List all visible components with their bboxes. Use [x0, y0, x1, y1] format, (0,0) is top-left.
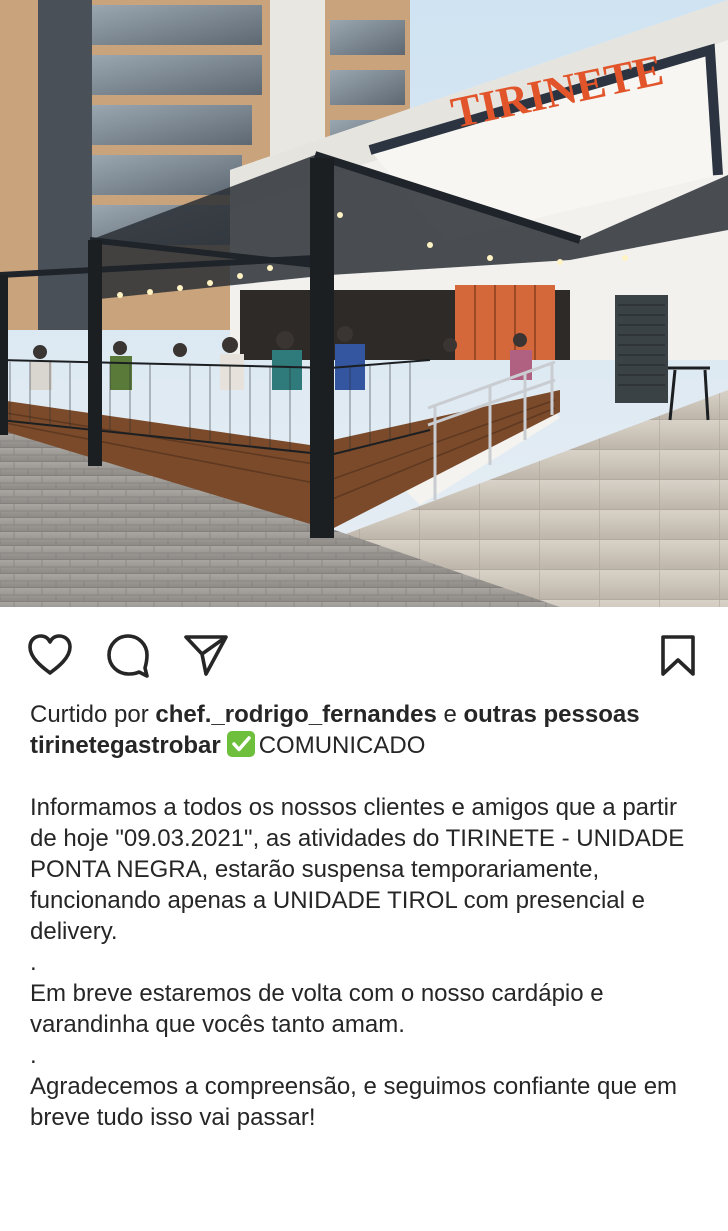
paper-plane-icon	[184, 635, 228, 676]
post-action-bar	[0, 607, 728, 699]
post-image[interactable]: TIRINETE	[0, 0, 728, 607]
likes-middle: e	[436, 701, 464, 728]
comment-icon	[107, 634, 149, 678]
others-link[interactable]: outras pessoas	[463, 701, 639, 728]
liked-by-user-link[interactable]: chef._rodrigo_fernandes	[155, 701, 436, 728]
caption-separator-2: .	[30, 1042, 37, 1069]
username-link[interactable]: tirinetegastrobar	[30, 732, 221, 759]
like-button[interactable]	[26, 631, 74, 679]
check-mark-button-icon	[226, 731, 255, 757]
caption-paragraph-2: Em breve estaremos de volta com o nosso …	[30, 980, 604, 1038]
post-caption: Curtido por chef._rodrigo_fernandes e ou…	[30, 699, 710, 1133]
caption-headline: COMUNICADO	[258, 732, 426, 759]
caption-paragraph-3: Agradecemos a compreensão, e seguimos co…	[30, 1073, 678, 1131]
heart-icon	[28, 634, 72, 675]
share-button[interactable]	[182, 631, 230, 679]
likes-summary: Curtido por chef._rodrigo_fernandes e ou…	[30, 699, 710, 730]
caption-header: tirinetegastrobar COMUNICADO	[30, 730, 710, 761]
restaurant-photo: TIRINETE	[0, 0, 728, 607]
caption-separator-1: .	[30, 949, 37, 976]
caption-paragraph-1: Informamos a todos os nossos clientes e …	[30, 794, 685, 945]
comment-button[interactable]	[104, 631, 152, 679]
save-button[interactable]	[654, 631, 702, 679]
bookmark-icon	[661, 635, 695, 676]
likes-prefix: Curtido por	[30, 701, 156, 728]
